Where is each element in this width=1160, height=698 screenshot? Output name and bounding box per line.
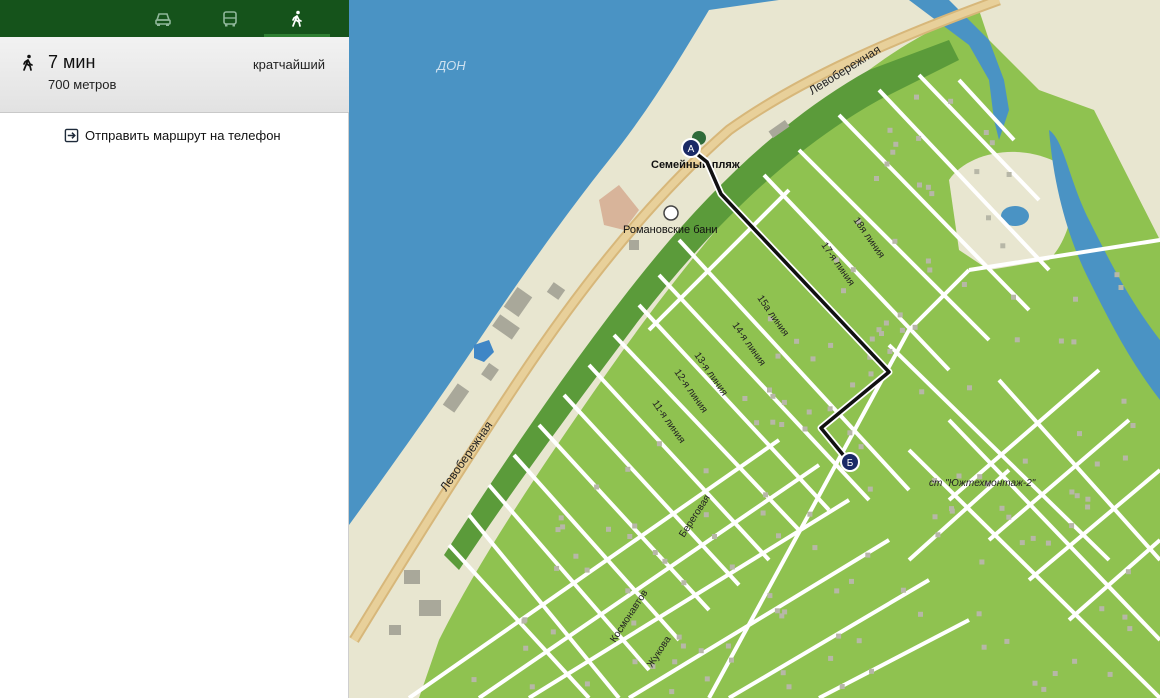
route-panel: 7 мин 700 метров кратчайший Отправить ма… [0, 0, 349, 698]
bus-icon [223, 10, 237, 26]
route-end-marker[interactable]: Б [840, 452, 860, 472]
bus-mode-button[interactable] [197, 0, 263, 37]
route-duration: 7 мин [48, 52, 96, 72]
baths-icon[interactable] [663, 205, 679, 221]
marker-start-label: A [688, 144, 695, 155]
marker-end-label: Б [847, 458, 854, 469]
walk-icon [292, 10, 302, 27]
map-view[interactable]: ДОН Левобережная Левобережная Семейный п… [349, 0, 1160, 698]
label-settlement: ст "Южтехмонтаж-2" [929, 478, 1036, 489]
route-type-label: кратчайший [252, 57, 325, 72]
send-route-label: Отправить маршрут на телефон [85, 128, 281, 143]
label-romanov-baths: Романовские бани [623, 224, 718, 236]
route-start-marker[interactable]: A [681, 138, 701, 158]
label-river: ДОН [435, 58, 466, 73]
pedestrian-icon [23, 54, 33, 71]
route-distance: 700 метров [48, 77, 117, 92]
label-family-beach: Семейный пляж [651, 159, 740, 171]
walk-mode-button[interactable] [264, 0, 330, 37]
route-summary-card[interactable]: 7 мин 700 метров кратчайший [0, 37, 349, 113]
car-icon [155, 12, 171, 26]
send-route-to-phone-link[interactable]: Отправить маршрут на телефон [64, 128, 281, 143]
transport-mode-bar [0, 0, 349, 37]
send-to-phone-icon [64, 128, 79, 143]
car-mode-button[interactable] [130, 0, 196, 37]
